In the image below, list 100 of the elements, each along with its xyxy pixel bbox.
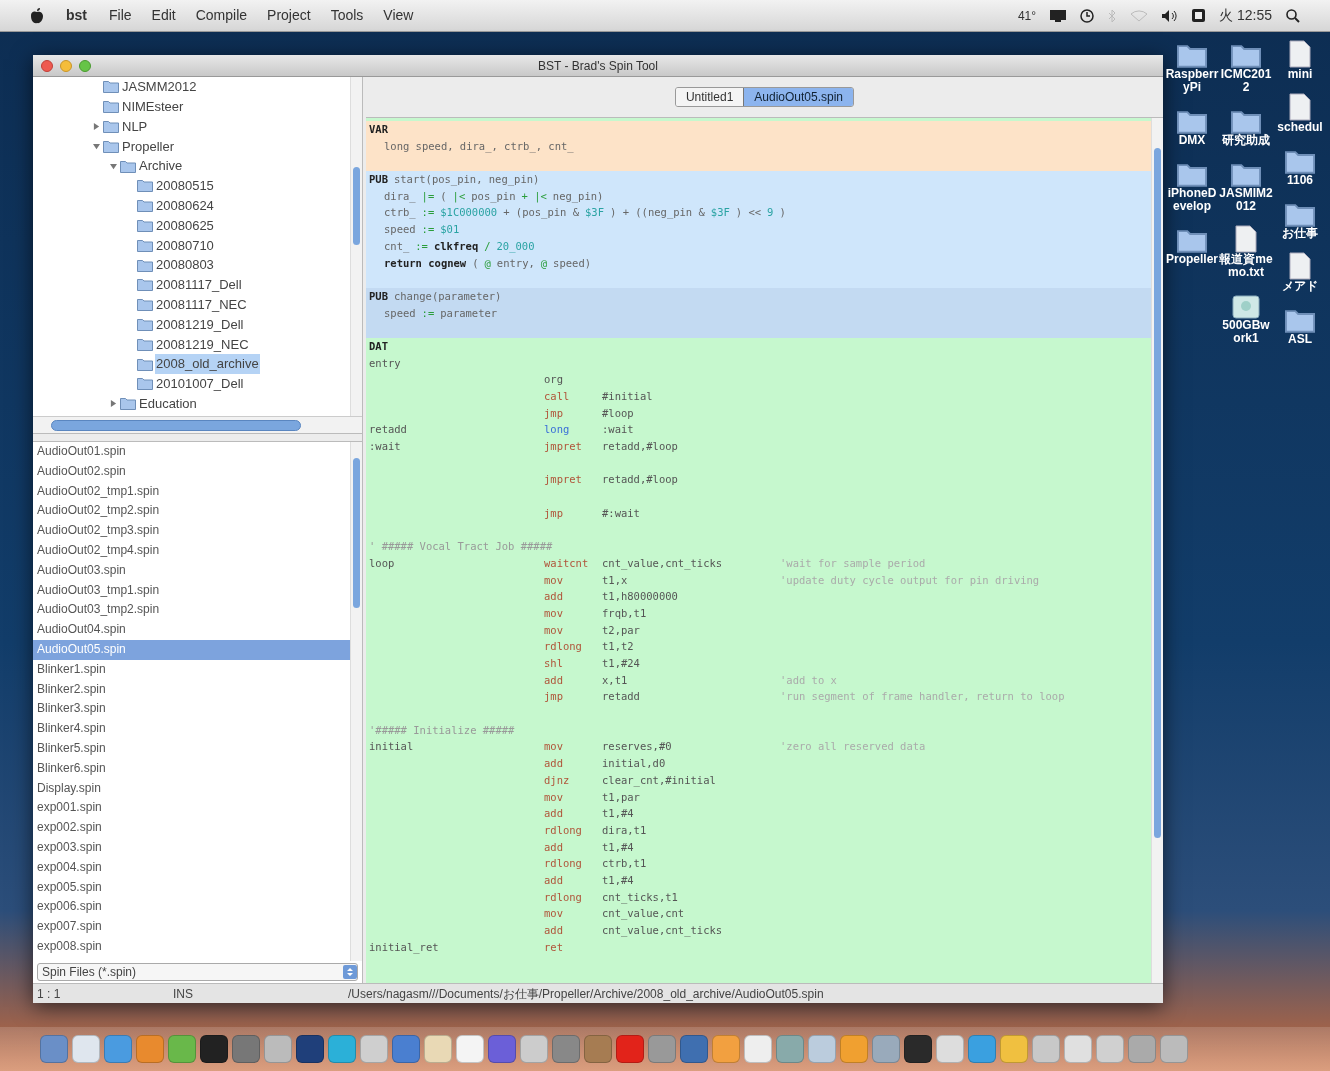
bluetooth-icon[interactable] [1108,8,1117,23]
tree-item[interactable]: Education [138,393,198,414]
desktop-icon-label[interactable]: 1106 [1273,174,1327,187]
editor-tab[interactable]: AudioOut05.spin [743,88,854,106]
desktop-icon-label[interactable]: Propeller [1165,253,1219,266]
tree-item[interactable]: 2008_old_archive [155,354,260,374]
file-list-item[interactable]: AudioOut02_tmp1.spin [33,481,350,502]
file-list-item[interactable]: Blinker2.spin [33,679,350,700]
file-list-item[interactable]: Display.spin [33,778,350,799]
pane-splitter[interactable] [33,434,362,442]
desktop-icon-label[interactable]: JASMIM2012 [1219,187,1273,213]
desktop-icon-label[interactable]: mini [1273,68,1327,81]
clock-icon[interactable] [1080,8,1095,23]
wifi-icon[interactable] [1130,9,1149,22]
minimize-button[interactable] [60,59,72,72]
desktop-icon-label[interactable]: ASL [1273,333,1327,346]
file-list-item[interactable]: exp002.spin [33,818,350,838]
search-icon[interactable] [1286,8,1300,23]
tree-item[interactable]: 20080515 [155,176,215,196]
tree-item[interactable]: Propeller [121,136,176,157]
tree-item[interactable]: 20081219_NEC [155,334,250,354]
apple-logo-icon[interactable] [30,7,44,24]
file-list-item[interactable]: AudioOut03.spin [33,560,350,581]
app-menu[interactable]: bst [66,5,87,26]
tree-item[interactable]: 20080624 [155,195,215,216]
document-icon [1289,40,1311,68]
code-line: long speed, dira_, ctrb_, cnt_ [383,138,575,155]
tree-item[interactable]: 20080710 [155,235,215,255]
dock-app-icon[interactable] [200,1035,228,1063]
scrollbar[interactable] [350,77,362,416]
file-list-item[interactable]: Blinker4.spin [33,719,350,739]
tree-item[interactable]: 20101007_Dell [155,374,245,394]
file-list-item[interactable]: AudioOut01.spin [33,442,350,462]
dock-app-icon[interactable] [456,1035,484,1063]
tree-item[interactable]: 20081219_Dell [155,314,245,335]
tree-item[interactable]: NLP [121,116,149,137]
tree-item[interactable]: 20081117_Dell [155,275,243,295]
menu-item[interactable]: Compile [195,5,248,26]
file-list-item[interactable]: AudioOut03_tmp2.spin [33,600,350,621]
menu-clock[interactable]: 火 12:55 [1219,5,1272,26]
editor-tab[interactable]: Untitled1 [675,88,744,106]
code-editor[interactable] [366,118,1151,983]
file-list-item[interactable]: exp004.spin [33,857,350,878]
file-list-item[interactable]: exp007.spin [33,917,350,937]
tree-item[interactable]: 20081117_NEC [155,294,248,315]
file-list-item[interactable]: AudioOut02_tmp4.spin [33,541,350,561]
desktop-icon-label[interactable]: RaspberryPi [1165,68,1219,94]
desktop-icon-label[interactable]: 研究助成 [1219,134,1273,147]
volume-icon[interactable] [1162,9,1179,22]
code-line: speed := $01 [383,222,461,238]
file-list-item[interactable]: exp003.spin [33,837,350,858]
zoom-button[interactable] [79,59,91,72]
close-button[interactable] [41,59,53,72]
file-list-item[interactable]: exp005.spin [33,877,350,898]
scrollbar[interactable] [1151,118,1163,983]
collapsed-triangle-icon[interactable] [93,123,100,130]
expanded-triangle-icon[interactable] [110,162,117,170]
tree-item[interactable]: NIMEsteer [121,96,185,117]
file-list-item[interactable]: AudioOut02_tmp3.spin [33,521,350,541]
file-list-item[interactable]: Blinker5.spin [33,738,350,759]
expanded-triangle-icon[interactable] [93,142,100,150]
temperature-label[interactable]: 41° [1017,6,1037,25]
menu-item[interactable]: Edit [151,5,176,26]
file-list-item[interactable]: Blinker1.spin [33,659,350,680]
tree-item[interactable]: Archive [138,156,184,176]
file-list-item[interactable]: AudioOut02.spin [33,461,350,482]
scrollbar[interactable] [350,442,362,961]
file-list-item[interactable]: Blinker3.spin [33,699,350,720]
folder-icon [1285,202,1315,227]
desktop-icon-label[interactable]: 報道資memo.txt [1219,253,1273,279]
desktop-icon-label[interactable]: schedul [1273,121,1327,134]
tree-item[interactable]: 20080803 [155,255,215,275]
desktop-icon-label[interactable]: iPhoneDevelop [1165,187,1219,213]
desktop-icon-label[interactable]: ICMC2012 [1219,68,1273,94]
code-instruction: mov [544,573,563,586]
desktop-icon-label[interactable]: メアド [1273,280,1327,293]
horizontal-scrollbar[interactable] [33,417,362,434]
display-icon[interactable] [1050,9,1067,22]
menu-item[interactable]: Project [267,5,311,26]
desktop-icon-label[interactable]: DMX [1165,134,1219,147]
menu-item[interactable]: File [109,5,132,26]
desktop-icon-label[interactable]: お仕事 [1273,227,1327,240]
file-list-item[interactable]: exp006.spin [33,897,350,918]
tree-item[interactable]: JASMM2012 [121,77,198,97]
tree-item[interactable]: 20080625 [155,215,215,236]
dock-app-icon[interactable] [296,1035,324,1063]
code-label: initial [369,740,414,753]
dock-app-icon[interactable] [904,1035,932,1063]
input-menu-icon[interactable] [1192,9,1206,22]
file-list-item[interactable]: Blinker6.spin [33,758,350,779]
file-list-item[interactable]: AudioOut02_tmp2.spin [33,501,350,522]
collapsed-triangle-icon[interactable] [110,400,117,408]
file-list-item[interactable]: AudioOut03_tmp1.spin [33,580,350,601]
desktop-icon-label[interactable]: 500GBwork1 [1219,319,1273,345]
menu-item[interactable]: Tools [330,5,364,26]
file-list-item[interactable]: exp008.spin [33,936,350,957]
file-filter-dropdown[interactable]: Spin Files (*.spin) [37,963,358,981]
file-list-item[interactable]: AudioOut04.spin [33,620,350,640]
menu-item[interactable]: View [383,5,414,26]
file-list-item[interactable]: exp001.spin [33,798,350,819]
